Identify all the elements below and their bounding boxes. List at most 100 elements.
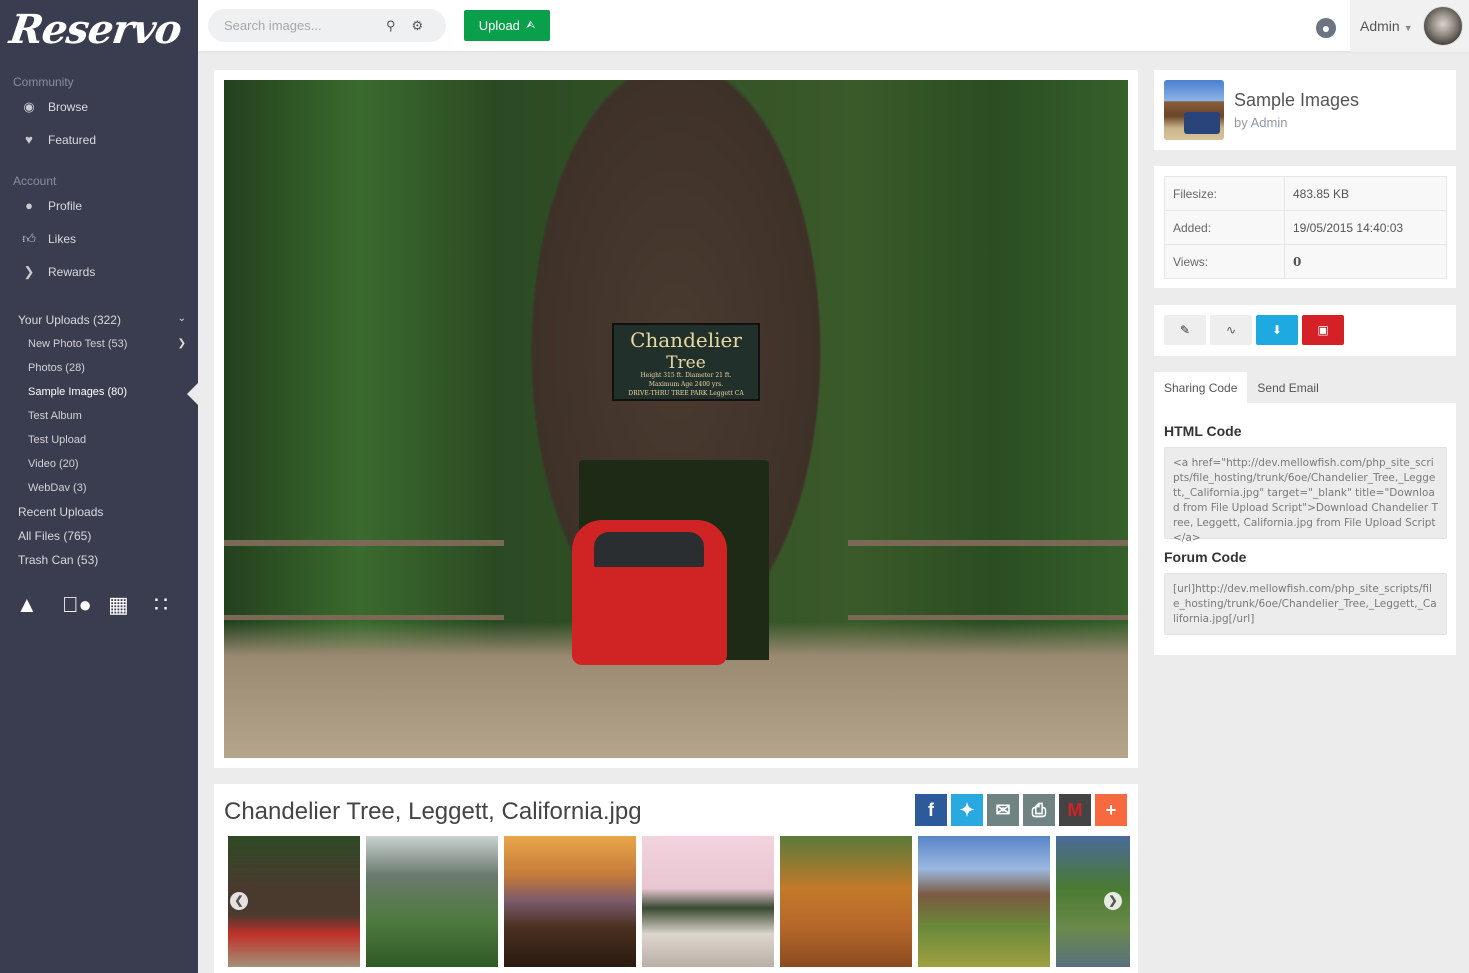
album-item-video[interactable]: Video (20) [28,458,186,470]
album-thumbnail[interactable] [1164,80,1224,140]
album-item-label: Photos (28) [28,362,85,374]
upload-icon: ⮙ [525,19,536,31]
album-item-webdav[interactable]: WebDav (3) [28,482,186,494]
thumbs-up-icon: 👍︎ [22,231,36,246]
sidebar-item-profile[interactable]: ● Profile [20,198,82,213]
blackberry-icon[interactable]: ∷ [154,592,200,618]
section-label-community: Community [13,75,74,89]
thumbnail[interactable] [504,836,636,967]
forum-code-heading: Forum Code [1164,549,1247,565]
thumbnail[interactable] [780,836,912,967]
camera-icon: ◉ [23,99,35,114]
album-item-label: Sample Images (80) [28,386,128,398]
trash-icon: ▣ [1317,323,1329,337]
detail-label: Added: [1164,210,1285,245]
user-menu-toggle[interactable]: Admin ▼ [1360,18,1413,34]
file-details-table: Filesize: 483.85 KB Added: 19/05/2015 14… [1164,176,1447,279]
chevron-right-icon: ❯ [177,338,186,349]
album-item-new-photo-test[interactable]: New Photo Test (53) ❯ [28,338,186,350]
stats-button[interactable]: ∿ [1210,315,1252,345]
tab-sharing-code[interactable]: Sharing Code [1154,372,1248,403]
email-share-button[interactable]: ✉ [987,794,1019,826]
plus-icon: + [1105,799,1117,820]
image-sign: Chandelier Tree Height 315 ft. Diameter … [612,323,760,401]
album-item-photos[interactable]: Photos (28) [28,362,186,374]
caret-down-icon: ▼ [1403,23,1413,33]
album-item-sample-images[interactable]: Sample Images (80) [28,386,186,398]
heart-icon: ♥ [25,132,33,147]
carousel-next-button[interactable]: ❯ [1104,892,1122,910]
image-fence-right [848,540,1128,620]
chevron-down-icon: ⌄ [177,313,186,324]
sidebar-item-your-uploads[interactable]: Your Uploads (322) ⌄ [18,313,186,327]
sign-text: Tree [666,353,706,373]
main-image[interactable]: Chandelier Tree Height 315 ft. Diameter … [224,80,1128,758]
table-row: Added: 19/05/2015 14:40:03 [1164,210,1447,245]
gmail-share-button[interactable]: M [1059,794,1091,826]
thumbnail-strip [228,836,1130,967]
sidebar-item-browse[interactable]: ◉ Browse [20,99,88,115]
album-card: Sample Images by Admin [1154,70,1456,150]
topbar: ⚲ ⚙ Upload ⮙ ● Admin▼ [198,0,1469,52]
search-icon[interactable]: ⚲ [386,18,396,34]
upload-button[interactable]: Upload ⮙ [464,10,550,41]
album-title[interactable]: Sample Images [1234,90,1359,111]
forum-code-field[interactable]: [url]http://dev.mellowfish.com/php_site_… [1164,573,1447,635]
sidebar-item-featured[interactable]: ♥ Featured [20,132,96,147]
globe-icon[interactable]: ● [1316,18,1336,38]
thumbnail[interactable] [918,836,1050,967]
download-button[interactable]: ⬇ [1256,315,1298,345]
more-share-button[interactable]: + [1095,794,1127,826]
sidebar-item-label: All Files (765) [18,529,92,543]
html-code-field[interactable]: <a href="http://dev.mellowfish.com/php_s… [1164,447,1447,544]
twitter-share-button[interactable]: ✦ [951,794,983,826]
sidebar-item-label: Browse [48,100,89,114]
chevron-right-icon: ❯ [23,264,35,279]
detail-value: 483.85 KB [1284,176,1447,211]
windows-icon[interactable]: ▦ [108,592,154,618]
gmail-icon: M [1067,799,1083,820]
sidebar-item-recent-uploads[interactable]: Recent Uploads [18,505,186,519]
search-input[interactable] [208,18,378,33]
detail-value: 19/05/2015 14:40:03 [1284,210,1447,245]
user-menu[interactable]: Admin ▼ [1350,0,1469,52]
sidebar: Reservo Community ◉ Browse ♥ Featured Ac… [0,0,198,973]
html-code-heading: HTML Code [1164,423,1242,439]
sidebar-item-all-files[interactable]: All Files (765) [18,529,186,543]
album-item-label: Test Upload [28,434,87,446]
sharing-code-panel: HTML Code <a href="http://dev.mellowfish… [1154,403,1456,655]
gear-icon[interactable]: ⚙ [412,18,424,34]
upload-button-label: Upload [478,18,520,33]
thumbnail[interactable] [642,836,774,967]
facebook-share-button[interactable]: f [915,794,947,826]
sidebar-item-label: Likes [48,232,77,246]
tab-send-email[interactable]: Send Email [1247,372,1328,403]
album-item-test-album[interactable]: Test Album [28,410,186,422]
carousel-prev-button[interactable]: ❮ [230,892,248,910]
logo[interactable]: Reservo [7,6,184,53]
share-bar: f ✦ ✉ ⎙ M + [915,794,1127,826]
table-row: Filesize: 483.85 KB [1164,176,1447,211]
detail-label: Filesize: [1164,176,1285,211]
sidebar-item-likes[interactable]: 👍︎ Likes [20,231,76,247]
edit-button[interactable]: ✎ [1164,315,1206,345]
thumbnail[interactable] [366,836,498,967]
by-label: by [1234,115,1248,130]
apple-icon[interactable]: ● [62,592,108,618]
owner-link[interactable]: Admin [1251,115,1288,130]
album-thumbnail-detail [1184,112,1220,134]
image-panel: Chandelier Tree Height 315 ft. Diameter … [214,70,1138,768]
image-car [572,520,727,665]
sidebar-item-label: Your Uploads (322) [18,313,121,327]
printer-icon: ⎙ [1031,799,1047,820]
album-item-test-upload[interactable]: Test Upload [28,434,186,446]
sidebar-item-rewards[interactable]: ❯ Rewards [20,264,96,280]
android-icon[interactable]: ▲ [16,592,62,618]
chart-icon: ∿ [1225,323,1237,337]
sidebar-item-trash-can[interactable]: Trash Can (53) [18,553,186,567]
delete-button[interactable]: ▣ [1302,315,1344,345]
envelope-icon: ✉ [995,799,1011,820]
avatar[interactable] [1423,6,1463,46]
facebook-icon: f [928,799,934,820]
print-button[interactable]: ⎙ [1023,794,1055,826]
